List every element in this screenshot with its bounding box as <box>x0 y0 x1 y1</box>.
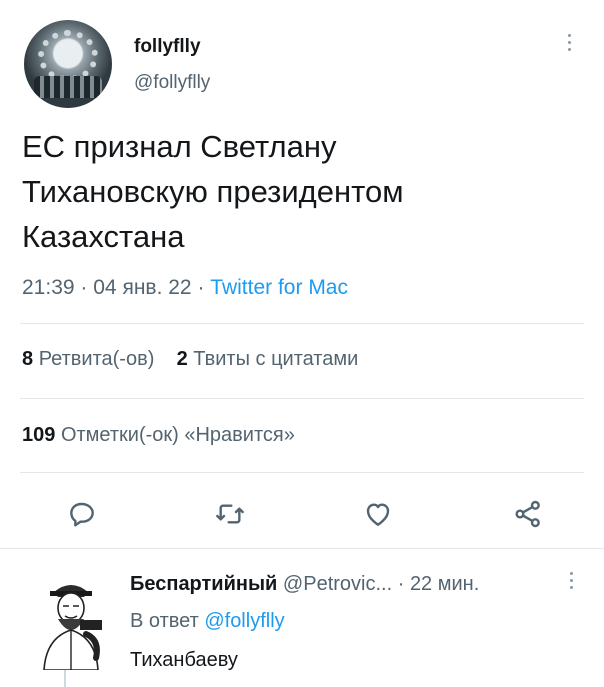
reply-author-avatar[interactable] <box>36 572 106 670</box>
retweet-icon[interactable] <box>210 494 250 534</box>
more-options-icon[interactable] <box>560 34 578 58</box>
tweet-separator <box>0 548 604 557</box>
likes-stat[interactable]: 109 Отметки(-ок) «Нравится» <box>22 424 295 447</box>
meta-separator: · <box>197 276 205 299</box>
tweet-time[interactable]: 21:39 <box>22 276 75 299</box>
like-icon[interactable] <box>358 494 398 534</box>
share-icon[interactable] <box>508 494 548 534</box>
meta-separator: · <box>80 276 88 299</box>
quotes-count: 2 <box>176 348 188 370</box>
likes-label: Отметки(-ок) «Нравится» <box>60 424 295 446</box>
tweet-text: ЕС признал Светлану Тихановскую президен… <box>22 124 582 259</box>
divider <box>20 323 584 324</box>
tweet-date[interactable]: 04 янв. 22 <box>93 276 191 299</box>
quotes-stat[interactable]: 2 Твиты с цитатами <box>177 348 359 370</box>
tweet-text-line: Тихановскую президентом <box>22 174 404 209</box>
quotes-label: Твиты с цитатами <box>193 348 359 370</box>
reply-time[interactable]: 22 мин. <box>410 573 479 595</box>
reply-context: В ответ @follyflly <box>130 610 285 633</box>
reply-icon[interactable] <box>62 494 102 534</box>
retweets-count: 8 <box>22 348 34 370</box>
tweet-text-line: Казахстана <box>22 219 185 254</box>
author-display-name[interactable]: follyflly <box>134 36 201 58</box>
reply-header: Беспартийный @Petrovic... · 22 мин. <box>130 573 479 596</box>
avatar-ring-decoration <box>38 30 98 82</box>
author-handle[interactable]: @follyflly <box>134 72 210 94</box>
retweets-stat[interactable]: 8 Ретвита(-ов) <box>22 348 154 370</box>
author-avatar[interactable] <box>24 20 112 108</box>
tweet-text-line: ЕС признал Светлану <box>22 129 337 164</box>
reply-prefix: В ответ <box>130 610 199 632</box>
retweet-quote-stats: 8 Ретвита(-ов) 2 Твиты с цитатами <box>22 348 358 371</box>
tweet-source[interactable]: Twitter for Mac <box>210 276 348 299</box>
reply-author-name[interactable]: Беспартийный <box>130 573 277 595</box>
likes-count: 109 <box>22 424 56 446</box>
thread-line <box>64 670 66 687</box>
reply-more-options-icon[interactable] <box>562 572 580 596</box>
reply-author-handle[interactable]: @Petrovic... <box>283 573 392 595</box>
avatar-base-decoration <box>34 76 102 98</box>
reply-text: Тиханбаеву <box>130 649 238 671</box>
tweet-meta: 21:39 · 04 янв. 22 · Twitter for Mac <box>22 276 348 300</box>
divider <box>20 398 584 399</box>
divider <box>20 472 584 473</box>
reply-mention-link[interactable]: @follyflly <box>204 610 284 632</box>
retweets-label: Ретвита(-ов) <box>38 348 155 370</box>
reply-separator: · <box>397 573 405 595</box>
